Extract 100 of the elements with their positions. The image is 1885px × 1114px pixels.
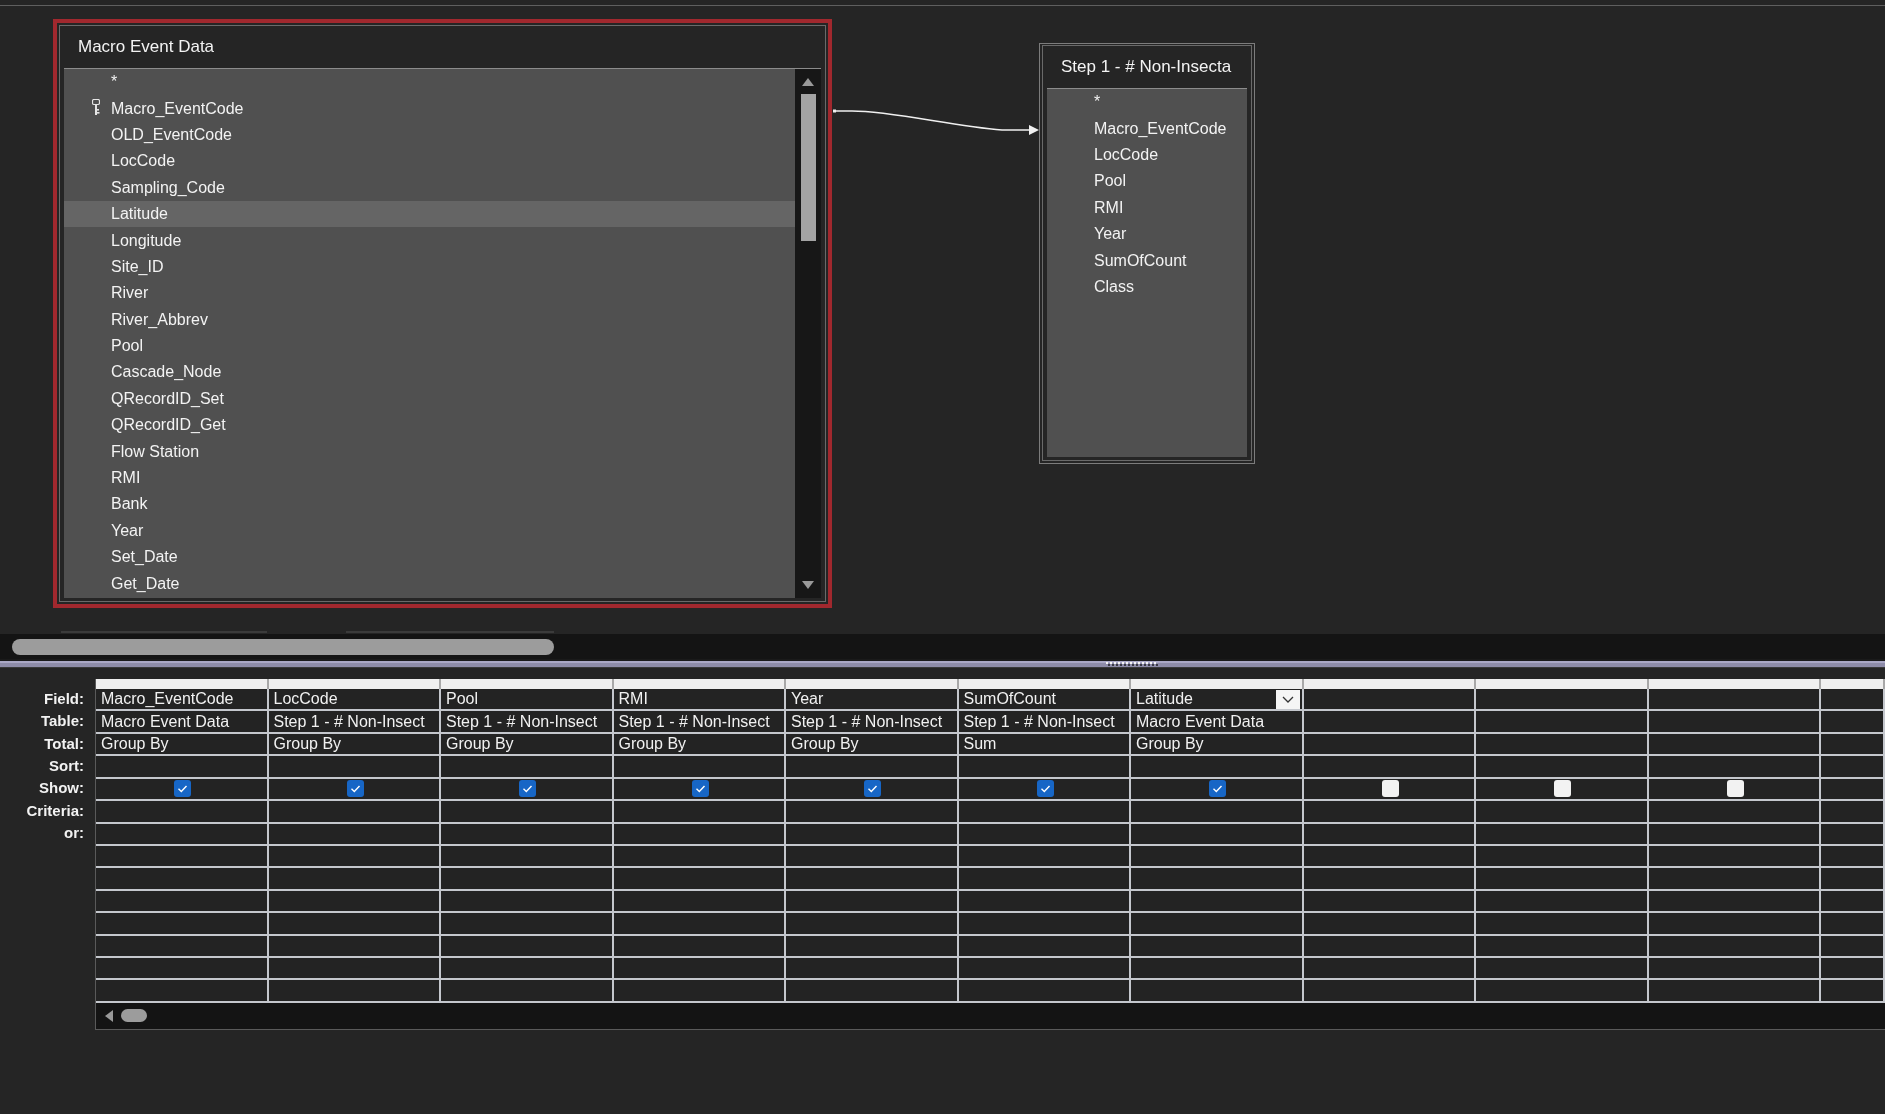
field-list-item[interactable]: Class (1047, 273, 1247, 301)
grid-cell[interactable] (1476, 845, 1649, 869)
grid-cell[interactable] (268, 935, 441, 959)
grid-cell[interactable] (1476, 890, 1649, 914)
total-cell[interactable]: Sum (958, 733, 1131, 757)
grid-cell[interactable] (1476, 913, 1649, 936)
criteria-cell[interactable] (786, 801, 959, 824)
grid-cell[interactable] (1131, 890, 1304, 914)
grid-cell[interactable] (268, 958, 441, 981)
grid-cell[interactable] (958, 868, 1131, 891)
grid-cell[interactable] (958, 958, 1131, 981)
field-list-item[interactable]: Flow Station (64, 438, 795, 465)
grid-cell[interactable] (1303, 890, 1476, 914)
sort-cell[interactable] (1131, 756, 1304, 779)
field-list-item[interactable]: LocCode (1047, 141, 1247, 169)
triangle-up-icon[interactable] (802, 78, 814, 87)
table-cell[interactable] (1821, 711, 1885, 734)
or-cell[interactable] (1131, 823, 1304, 846)
triangle-down-icon[interactable] (802, 580, 814, 589)
field-cell[interactable]: Macro_EventCode (96, 689, 269, 712)
field-list-item[interactable]: OLD_EventCode (64, 121, 795, 149)
criteria-cell[interactable] (1648, 801, 1821, 824)
grip-icon[interactable] (1106, 662, 1158, 666)
table-cell[interactable] (1648, 711, 1821, 734)
field-cell[interactable]: Year (786, 689, 959, 712)
field-list-item[interactable]: Set_Date (64, 544, 795, 571)
criteria-cell[interactable] (1303, 801, 1476, 824)
grid-cell[interactable] (1821, 913, 1885, 936)
grid-cell[interactable] (1131, 958, 1304, 981)
show-checkbox[interactable] (174, 780, 192, 798)
grid-cell[interactable] (1821, 868, 1885, 891)
criteria-cell[interactable] (96, 801, 269, 824)
criteria-cell[interactable] (1476, 801, 1649, 824)
field-list-item[interactable]: Year (1047, 220, 1247, 248)
sort-cell[interactable] (786, 756, 959, 779)
criteria-cell[interactable] (613, 801, 786, 824)
scrollbar-thumb[interactable] (12, 638, 554, 655)
grid-cell[interactable] (786, 958, 959, 981)
grid-cell[interactable] (441, 868, 614, 891)
grid-cell[interactable] (1476, 980, 1649, 1003)
grid-cell[interactable] (268, 868, 441, 891)
grid-cell[interactable] (958, 845, 1131, 869)
grid-cell[interactable] (441, 845, 614, 869)
grid-cell[interactable] (1648, 958, 1821, 981)
or-cell[interactable] (958, 823, 1131, 846)
criteria-cell[interactable] (958, 801, 1131, 824)
grid-cell[interactable] (958, 980, 1131, 1003)
grid-cell[interactable] (613, 958, 786, 981)
or-cell[interactable] (1303, 823, 1476, 846)
field-list-item[interactable]: Get_Date (64, 570, 795, 597)
show-checkbox[interactable] (864, 780, 882, 798)
grid-cell[interactable] (1476, 935, 1649, 959)
criteria-cell[interactable] (1821, 801, 1885, 824)
field-list-item[interactable]: Macro_EventCode (1047, 115, 1247, 142)
field-cell[interactable]: SumOfCount (958, 689, 1131, 712)
total-cell[interactable] (1821, 733, 1885, 757)
grid-cell[interactable] (613, 935, 786, 959)
field-list-item[interactable]: Year (64, 517, 795, 545)
grid-cell[interactable] (441, 935, 614, 959)
grid-cell[interactable] (1648, 890, 1821, 914)
grid-cell[interactable] (96, 890, 269, 914)
show-cell[interactable] (1821, 778, 1885, 802)
grid-cell[interactable] (1821, 958, 1885, 981)
grid-cell[interactable] (96, 845, 269, 869)
grid-cell[interactable] (441, 958, 614, 981)
dropdown-button[interactable] (1275, 689, 1300, 709)
total-cell[interactable]: Group By (441, 733, 614, 757)
table-cell[interactable]: Step 1 - # Non-Insect (786, 711, 959, 734)
scrollbar-track[interactable] (0, 634, 1885, 659)
or-cell[interactable] (268, 823, 441, 846)
grid-cell[interactable] (1131, 845, 1304, 869)
table-cell[interactable]: Step 1 - # Non-Insect (268, 711, 441, 734)
grid-cell[interactable] (786, 890, 959, 914)
grid-cell[interactable] (1131, 913, 1304, 936)
field-list-item[interactable]: Bank (64, 491, 795, 518)
grid-cell[interactable] (1131, 868, 1304, 891)
sort-cell[interactable] (613, 756, 786, 779)
grid-cell[interactable] (441, 980, 614, 1003)
field-list-item[interactable]: * (64, 69, 795, 96)
grid-cell[interactable] (1303, 845, 1476, 869)
sort-cell[interactable] (1476, 756, 1649, 779)
scrollbar-thumb[interactable] (121, 1009, 148, 1023)
grid-cell[interactable] (1303, 868, 1476, 891)
field-list-item[interactable]: Sampling_Code (64, 174, 795, 201)
grid-cell[interactable] (441, 913, 614, 936)
grid-cell[interactable] (96, 935, 269, 959)
grid-cell[interactable] (613, 868, 786, 891)
field-list-item[interactable]: River_Abbrev (64, 306, 795, 333)
show-checkbox[interactable] (346, 780, 364, 798)
criteria-cell[interactable] (1131, 801, 1304, 824)
scrollbar-track[interactable] (96, 1002, 1885, 1029)
field-cell[interactable] (1303, 689, 1476, 712)
grid-cell[interactable] (786, 980, 959, 1003)
field-list-item[interactable]: Site_ID (64, 253, 795, 281)
grid-cell[interactable] (613, 890, 786, 914)
criteria-cell[interactable] (268, 801, 441, 824)
or-cell[interactable] (1648, 823, 1821, 846)
field-list-item[interactable]: SumOfCount (1047, 247, 1247, 274)
field-list-item[interactable]: Pool (1047, 168, 1247, 195)
sort-cell[interactable] (1303, 756, 1476, 779)
